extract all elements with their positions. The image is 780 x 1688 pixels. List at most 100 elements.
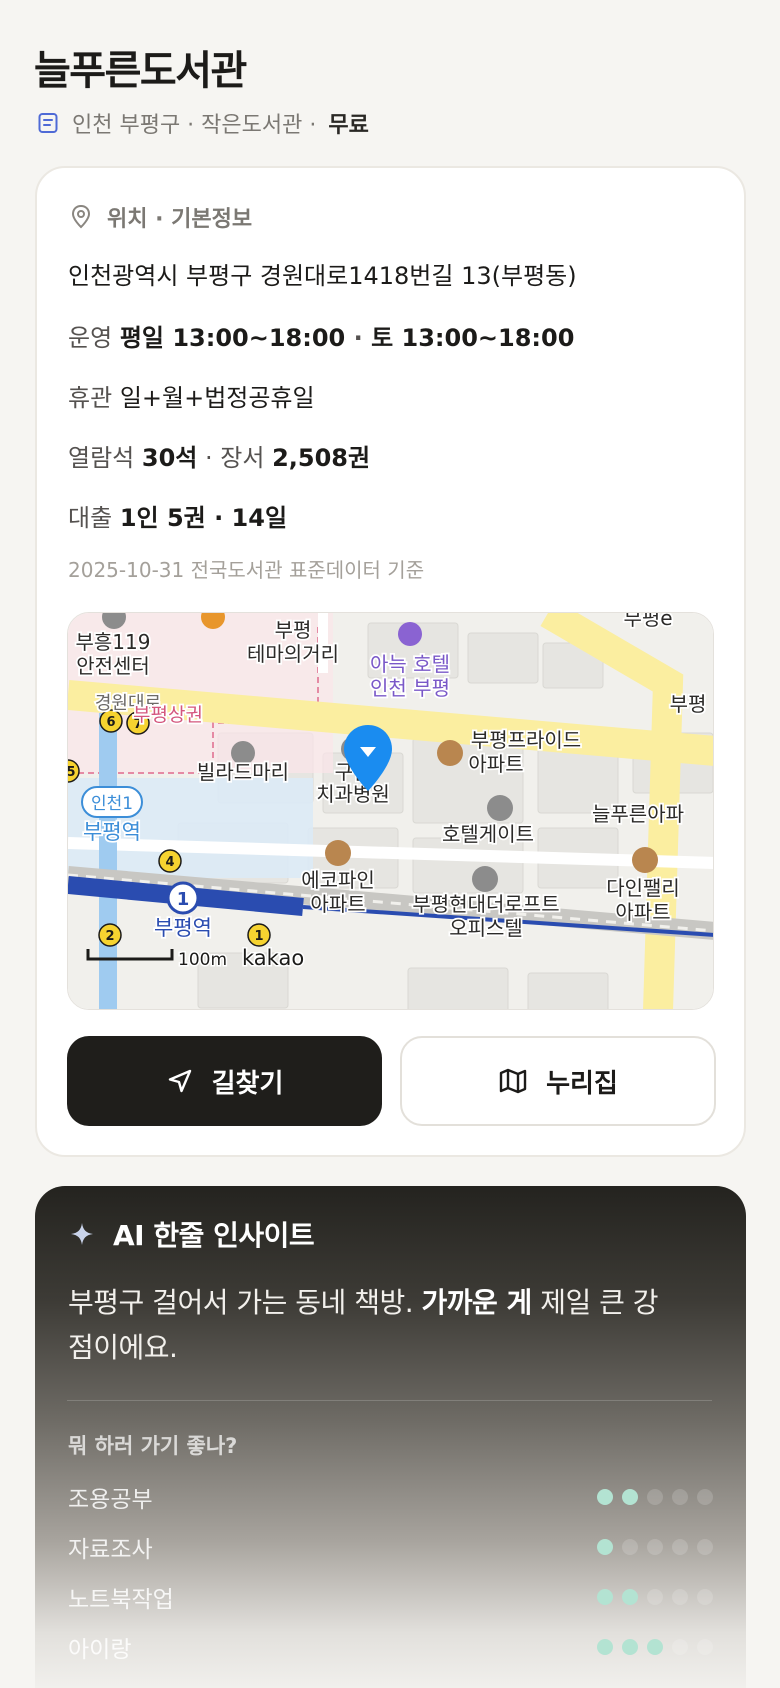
sparkle-icon <box>71 1223 93 1245</box>
map-label-station: 부평역 <box>154 916 212 940</box>
homepage-label: 누리집 <box>546 1068 618 1099</box>
line-1-number: 1 <box>177 889 190 910</box>
navigation-arrow-icon <box>168 1069 191 1093</box>
rating-dot <box>672 1489 688 1505</box>
rating-dot <box>697 1639 713 1655</box>
exit-1: 1 <box>254 929 263 944</box>
kakao-logo: kakao <box>242 946 304 970</box>
map-label-dain-2: 아파트 <box>615 900 670 924</box>
insight-title: AI 한줄 인사이트 <box>113 1219 315 1252</box>
section-header: 위치 · 기본정보 <box>69 200 252 234</box>
ai-insight-panel: AI 한줄 인사이트 부평구 걸어서 가는 동네 책방. 가까운 게 제일 큰 … <box>35 1186 746 1688</box>
usage-row: 자료조사 <box>68 1522 713 1572</box>
rating-dot <box>647 1589 663 1605</box>
usage-rating <box>597 1639 713 1655</box>
location-pin-icon <box>71 204 91 229</box>
scale-label: 100m <box>178 950 227 970</box>
map-label-eco-1: 에코파인 <box>301 868 375 892</box>
loan-label: 대출 <box>68 504 113 532</box>
source-note: 2025-10-31 전국도서관 표준데이터 기준 <box>68 558 425 582</box>
books-value: 2,508권 <box>272 444 371 472</box>
directions-button[interactable]: 길찾기 <box>67 1036 382 1126</box>
exit-2: 2 <box>105 929 114 944</box>
rating-dot <box>622 1639 638 1655</box>
rating-dot <box>622 1589 638 1605</box>
usage-row: 조용공부 <box>68 1472 713 1522</box>
insight-divider <box>67 1400 712 1401</box>
rating-dot <box>597 1639 613 1655</box>
exit-6: 6 <box>106 715 115 730</box>
dain-marker <box>632 847 658 873</box>
seats-value: 30석 <box>141 444 198 472</box>
usage-label: 자료조사 <box>68 1537 153 1563</box>
rating-dot <box>622 1539 638 1555</box>
hours-label: 운영 <box>68 324 113 352</box>
map-label-hyundai-2: 오피스텔 <box>449 916 523 940</box>
map-label-pride-1: 부평프라이드 <box>471 728 581 752</box>
usage-label: 아이랑 <box>68 1637 132 1663</box>
map-label-hotel-1: 아늑 호텔 <box>370 652 450 676</box>
rating-dot <box>672 1539 688 1555</box>
map-icon <box>499 1068 527 1094</box>
pride-marker <box>437 740 463 766</box>
insight-text: 부평구 걸어서 가는 동네 책방. 가까운 게 제일 큰 강점이에요. <box>68 1280 668 1370</box>
loan-row: 대출 1인 5권 · 14일 <box>68 498 287 533</box>
map-label-station-top: 부평역 <box>83 820 141 844</box>
closed-days: 일+월+법정공휴일 <box>119 384 315 412</box>
address: 인천광역시 부평구 경원대로1418번길 13(부평동) <box>68 262 577 290</box>
map-label-incheon1: 인천1 <box>91 794 133 814</box>
map-label-hyundai-1: 부평현대더로프트 <box>412 892 559 916</box>
rating-dot <box>672 1589 688 1605</box>
rating-dot <box>697 1589 713 1605</box>
rating-dot <box>697 1539 713 1555</box>
map-label-theme-2: 테마의거리 <box>247 642 339 666</box>
meta-text: 인천 부평구 · 작은도서관 · <box>72 113 317 138</box>
books-label: · 장서 <box>197 444 273 472</box>
hours-saturday: 토 13:00~18:00 <box>371 324 575 352</box>
hotelgate-marker <box>487 795 513 821</box>
document-icon <box>38 113 58 133</box>
map-label-pride-2: 아파트 <box>468 752 523 776</box>
map-label-theme-1: 부평 <box>275 618 312 642</box>
loan-value: 1인 5권 · 14일 <box>119 504 288 532</box>
rating-dot <box>647 1539 663 1555</box>
map-label-neulpureun: 늘푸른아파 <box>592 802 684 826</box>
map-label-eco-2: 아파트 <box>310 892 365 916</box>
rating-dot <box>597 1539 613 1555</box>
map-label-billard: 빌라드마리 <box>197 760 289 784</box>
usage-question: 뭐 하러 가기 좋나? <box>68 1434 238 1458</box>
map-label-bupyeong-right: 부평 <box>670 692 707 716</box>
map-label-hotelgate: 호텔게이트 <box>442 822 534 846</box>
map-label-dain-1: 다인팰리 <box>606 876 680 900</box>
usage-rating <box>597 1589 713 1605</box>
directions-label: 길찾기 <box>211 1068 284 1099</box>
usage-row: 아이랑 <box>68 1622 713 1672</box>
homepage-button[interactable]: 누리집 <box>400 1036 716 1126</box>
usage-list: 조용공부 자료조사 노트북작업 아이랑 <box>68 1472 713 1672</box>
hyundai-marker <box>472 866 498 892</box>
closed-row: 휴관 일+월+법정공휴일 <box>68 378 315 413</box>
map-label-hotel-2: 인천 부평 <box>370 676 450 700</box>
map-label-fire-1: 부흥119 <box>76 630 151 654</box>
map-label-dental-2: 치과병원 <box>316 782 390 806</box>
map-label-bupyeong-top: 부평e <box>623 613 672 630</box>
hotel-marker <box>398 622 422 646</box>
hours-row: 운영 평일 13:00~18:00 · 토 13:00~18:00 <box>68 318 574 353</box>
map-label-fire-2: 안전센터 <box>76 654 150 678</box>
map-canvas[interactable]: 6 7 5 4 2 1 1 부흥119 안전센터 부평 테마의거리 아늑 호텔 <box>68 613 714 1010</box>
insight-header: AI 한줄 인사이트 <box>69 1214 315 1254</box>
page-title: 늘푸른도서관 <box>34 48 247 94</box>
insight-text-bold: 가까운 게 <box>421 1286 533 1319</box>
rating-dot <box>647 1489 663 1505</box>
location-map[interactable]: 6 7 5 4 2 1 1 부흥119 안전센터 부평 테마의거리 아늑 호텔 <box>67 612 714 1010</box>
usage-label: 조용공부 <box>68 1487 153 1513</box>
info-card: 위치 · 기본정보 인천광역시 부평구 경원대로1418번길 13(부평동) 운… <box>35 166 746 1157</box>
rating-dot <box>622 1489 638 1505</box>
map-label-pyeongsang: 부평상권 <box>133 704 203 726</box>
rating-dot <box>647 1639 663 1655</box>
seats-label: 열람석 <box>68 444 135 472</box>
usage-rating <box>597 1539 713 1555</box>
closed-label: 휴관 <box>68 384 113 412</box>
section-title: 위치 · 기본정보 <box>107 207 253 232</box>
fee-badge: 무료 <box>328 113 369 138</box>
